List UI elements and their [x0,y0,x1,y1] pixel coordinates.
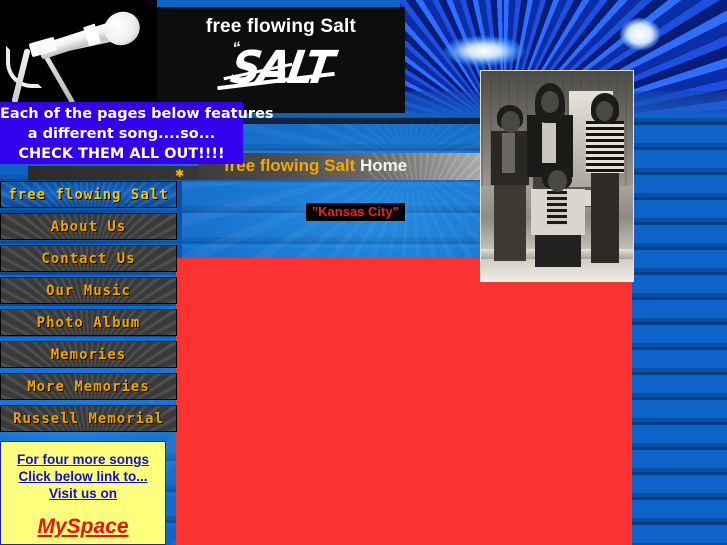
page-root: free flowing Salt “ SALT free flowing Sa… [0,0,727,545]
page-title: free flowing Salt Home [224,156,407,176]
starburst-secondary-light [620,18,660,50]
page-title-page: Home [355,156,408,175]
band-member-4 [529,163,589,271]
nav-item-label: Our Music [46,282,131,299]
microphone-arm [41,50,76,104]
logo-band-name: free flowing Salt [205,16,357,37]
band-group-photo [480,70,634,282]
nav-item-label: About Us [50,218,127,235]
nav-item-label: Memories [50,346,127,363]
nav-item-label: Contact Us [41,250,136,267]
starburst-core-light [444,36,524,66]
nav-item-our-music[interactable]: Our Music [0,277,177,304]
band-logo-photo: free flowing Salt “ SALT [157,7,405,113]
announcement-line-2: a different song....so... [27,126,216,142]
nav-item-memories[interactable]: Memories [0,341,177,368]
star-icon: ✱ [175,168,185,180]
now-playing-song-label: "Kansas City" [306,203,405,221]
microphone-photo [0,0,157,104]
media-player-placeholder[interactable] [182,258,632,545]
announcement-box: Each of the pages below features a diffe… [0,102,274,164]
myspace-link[interactable]: MySpace [1,515,165,539]
myspace-line-2: Click below link to... [18,469,148,484]
nav-item-label: Russell Memorial [13,410,164,427]
nav-item-label: Photo Album [36,314,141,331]
page-title-band: free flowing Salt [224,156,356,175]
nav-item-russell-memorial[interactable]: Russell Memorial [0,405,177,432]
band-member-3 [583,91,629,266]
main-navigation: free flowing Salt About Us Contact Us Ou… [0,181,177,437]
microphone-head [99,6,145,51]
nav-item-more-memories[interactable]: More Memories [0,373,177,400]
nav-item-label: More Memories [27,378,150,395]
myspace-line-1: For four more songs [16,452,149,467]
nav-item-photo-album[interactable]: Photo Album [0,309,177,336]
nav-item-about-us[interactable]: About Us [0,213,177,240]
nav-item-contact-us[interactable]: Contact Us [0,245,177,272]
myspace-promo-box: For four more songs Click below link to.… [0,441,166,545]
content-left-edge [177,181,182,258]
announcement-line-1: Each of the pages below features [0,106,274,122]
announcement-line-3: CHECK THEM ALL OUT!!!! [18,146,225,162]
myspace-line-3: Visit us on [48,486,117,501]
nav-item-home[interactable]: free flowing Salt [0,181,177,208]
nav-item-label: free flowing Salt [8,186,169,203]
